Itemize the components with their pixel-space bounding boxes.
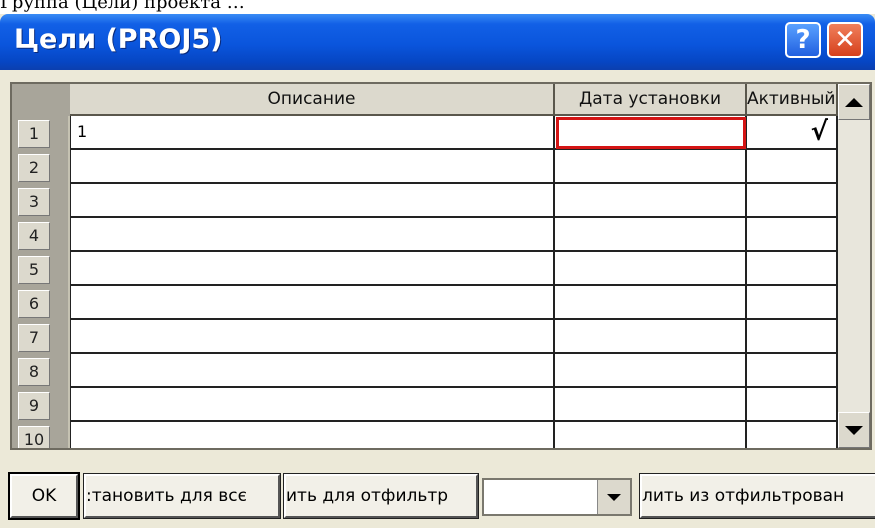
active-cell[interactable]	[747, 184, 838, 218]
row-number: 5	[18, 256, 50, 284]
arrow-up-icon	[845, 97, 863, 107]
row-header[interactable]: 8	[12, 354, 68, 388]
arrow-down-icon	[845, 425, 863, 435]
set-date-cell[interactable]	[555, 150, 747, 184]
description-cell[interactable]: 1	[70, 116, 555, 150]
description-cell[interactable]	[70, 354, 555, 388]
table-row: 4	[12, 218, 838, 252]
active-cell[interactable]	[747, 388, 838, 422]
active-cell[interactable]	[747, 218, 838, 252]
set-date-cell[interactable]	[555, 354, 747, 388]
for-filtered-button[interactable]: ить для отфильтр	[283, 473, 479, 519]
row-header[interactable]: 3	[12, 184, 68, 218]
row-number: 10	[18, 426, 50, 448]
row-header[interactable]: 4	[12, 218, 68, 252]
active-checkmark-cell[interactable]: √	[747, 116, 838, 150]
active-cell[interactable]	[747, 286, 838, 320]
table-row: 9	[12, 388, 838, 422]
row-header[interactable]: 5	[12, 252, 68, 286]
set-date-cell[interactable]	[555, 320, 747, 354]
button-bar: OK :тановить для всє ить для отфильтр ли…	[0, 456, 875, 528]
description-cell[interactable]	[70, 388, 555, 422]
close-icon: ✕	[834, 25, 856, 55]
table-row: 2	[12, 150, 838, 184]
active-cell[interactable]	[747, 422, 838, 448]
table-row: 1 1 √	[12, 116, 838, 150]
description-cell[interactable]	[70, 218, 555, 252]
set-date-cell[interactable]	[555, 286, 747, 320]
help-icon: ?	[795, 25, 811, 55]
row-number: 1	[18, 120, 50, 148]
help-button[interactable]: ?	[785, 22, 821, 58]
background-text: Группа (Цели) проекта …	[0, 0, 245, 13]
table-row: 10	[12, 422, 838, 448]
table-row: 3	[12, 184, 838, 218]
row-number: 3	[18, 188, 50, 216]
delete-from-filtered-button[interactable]: лить из отфильтрован	[639, 473, 875, 519]
scroll-down-button[interactable]	[838, 412, 870, 448]
description-cell[interactable]	[70, 422, 555, 448]
vertical-scrollbar[interactable]	[838, 84, 870, 448]
row-header[interactable]: 1	[12, 116, 68, 150]
column-header-description[interactable]: Описание	[70, 84, 555, 116]
row-number: 4	[18, 222, 50, 250]
title-bar[interactable]: Цели (PROJ5) ? ✕	[0, 14, 875, 70]
description-cell[interactable]	[70, 150, 555, 184]
description-cell[interactable]	[70, 184, 555, 218]
chevron-down-icon	[607, 493, 621, 501]
set-date-cell[interactable]	[555, 422, 747, 448]
set-for-all-button[interactable]: :тановить для всє	[83, 473, 281, 519]
row-number: 8	[18, 358, 50, 386]
active-cell[interactable]	[747, 354, 838, 388]
set-date-cell[interactable]	[555, 388, 747, 422]
filter-combobox[interactable]	[482, 478, 632, 516]
table-row: 6	[12, 286, 838, 320]
active-cell[interactable]	[747, 252, 838, 286]
description-cell[interactable]	[70, 320, 555, 354]
grid-header-row: Описание Дата установки Активный	[12, 84, 838, 116]
row-header[interactable]: 10	[12, 422, 68, 448]
ok-button[interactable]: OK	[8, 472, 80, 520]
window-title: Цели (PROJ5)	[14, 24, 223, 55]
close-button[interactable]: ✕	[827, 22, 863, 58]
active-cell[interactable]	[747, 320, 838, 354]
row-header[interactable]: 9	[12, 388, 68, 422]
description-cell[interactable]	[70, 252, 555, 286]
row-header[interactable]: 6	[12, 286, 68, 320]
combo-dropdown-button[interactable]	[597, 480, 630, 514]
column-header-active[interactable]: Активный	[747, 84, 838, 116]
row-number: 2	[18, 154, 50, 182]
goals-grid: Описание Дата установки Активный 1 1 √ 2…	[10, 82, 872, 450]
table-row: 7	[12, 320, 838, 354]
row-header[interactable]: 7	[12, 320, 68, 354]
row-header[interactable]: 2	[12, 150, 68, 184]
active-cell[interactable]	[747, 150, 838, 184]
table-row: 5	[12, 252, 838, 286]
set-date-cell[interactable]	[555, 218, 747, 252]
grid-corner[interactable]	[12, 84, 70, 116]
row-number: 7	[18, 324, 50, 352]
description-cell[interactable]	[70, 286, 555, 320]
set-date-cell[interactable]	[555, 184, 747, 218]
row-number: 9	[18, 392, 50, 420]
table-row: 8	[12, 354, 838, 388]
row-number: 6	[18, 290, 50, 318]
column-header-set-date[interactable]: Дата установки	[555, 84, 747, 116]
set-date-cell[interactable]	[555, 252, 747, 286]
background-window-strip: Группа (Цели) проекта …	[0, 0, 875, 14]
set-date-cell[interactable]	[555, 116, 747, 150]
scroll-up-button[interactable]	[838, 84, 870, 120]
